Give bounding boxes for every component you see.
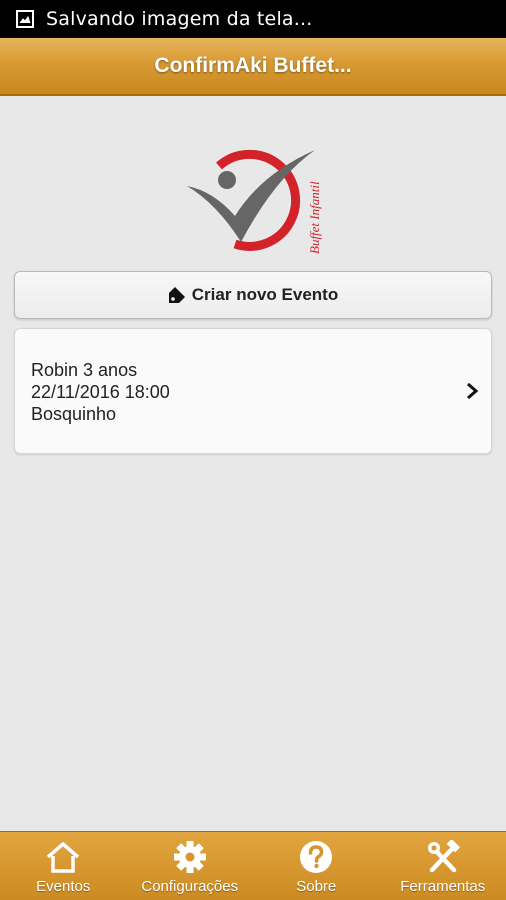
screenshot-icon <box>16 10 34 28</box>
gear-icon <box>173 841 206 873</box>
create-event-label: Criar novo Evento <box>191 285 339 304</box>
home-icon <box>47 842 80 873</box>
tab-ferramentas[interactable]: Ferramentas <box>380 832 506 900</box>
event-list-item[interactable]: Robin 3 anos 22/11/2016 18:00 Bosquinho <box>14 328 492 454</box>
tools-icon <box>427 840 460 873</box>
event-location: Bosquinho <box>31 404 117 424</box>
tab-configuracoes[interactable]: Configurações <box>127 832 254 900</box>
app-logo: Buffet Infantil <box>187 149 322 254</box>
event-name: Robin 3 anos <box>31 360 138 380</box>
tab-eventos[interactable]: Eventos <box>0 832 127 900</box>
page-title: ConfirmAki Buffet... <box>154 54 352 77</box>
tab-sobre[interactable]: Sobre <box>253 832 380 900</box>
tab-label: Sobre <box>296 878 337 895</box>
status-bar: Salvando imagem da tela... <box>0 0 506 38</box>
event-datetime: 22/11/2016 18:00 <box>31 382 170 402</box>
chevron-right-icon <box>467 382 479 400</box>
bottom-tab-bar: Eventos Configurações Sobre Ferramentas <box>0 831 506 900</box>
logo-tagline: Buffet Infantil <box>307 181 322 254</box>
status-notification-text: Salvando imagem da tela... <box>46 8 313 30</box>
tag-icon <box>168 287 185 303</box>
tab-label: Configurações <box>141 878 239 895</box>
create-event-button[interactable]: Criar novo Evento <box>14 271 492 319</box>
tab-label: Eventos <box>36 878 91 895</box>
app-header: ConfirmAki Buffet... <box>0 38 506 96</box>
tab-label: Ferramentas <box>400 878 486 895</box>
help-icon <box>300 841 333 873</box>
